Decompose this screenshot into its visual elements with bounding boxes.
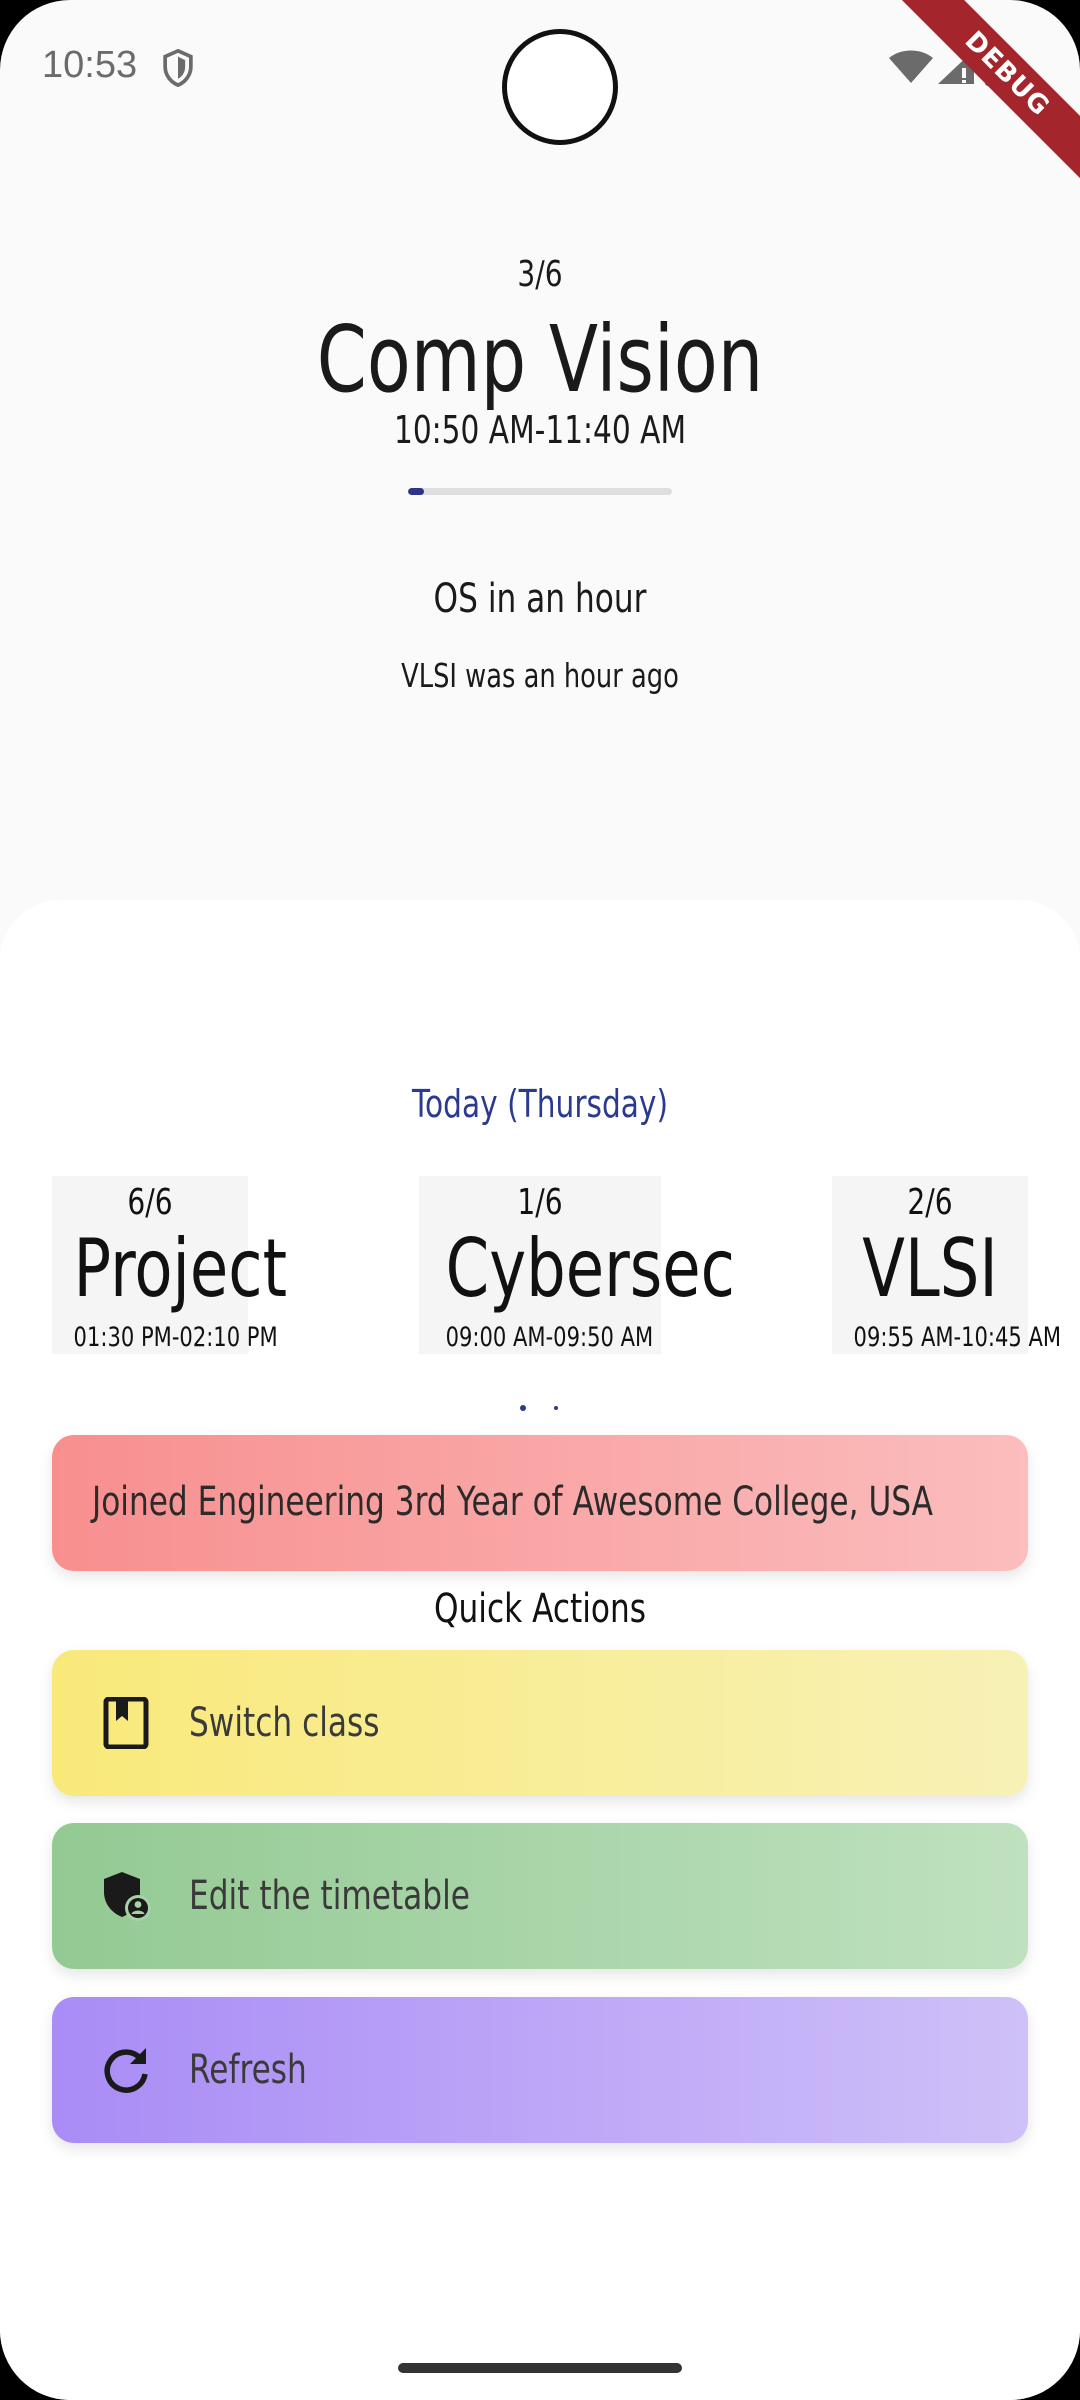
bookmark-book-icon	[103, 1697, 149, 1749]
class-card-vlsi[interactable]: 2/6 VLSI 09:55 AM-10:45 AM	[832, 1176, 1062, 1354]
page-indicator-dot-active[interactable]	[520, 1405, 526, 1411]
class-progress-fill	[408, 488, 424, 495]
card-index: 6/6	[127, 1182, 173, 1223]
switch-class-label: Switch class	[189, 1700, 380, 1746]
current-class-name: Comp Vision	[316, 306, 764, 413]
debug-banner: DEBUG	[895, 0, 1080, 186]
class-progress-bar	[408, 488, 672, 495]
admin-shield-icon	[104, 1872, 151, 1921]
refresh-button[interactable]: Refresh	[52, 1997, 1028, 2143]
card-title: Project	[73, 1222, 288, 1315]
wifi-icon	[889, 50, 933, 83]
refresh-icon	[104, 2048, 148, 2093]
info-banner: Joined Engineering 3rd Year of Awesome C…	[52, 1435, 1028, 1571]
camera-cutout	[502, 29, 618, 145]
card-index: 1/6	[517, 1182, 563, 1223]
current-class-time: 10:50 AM-11:40 AM	[393, 408, 687, 452]
home-indicator[interactable]	[398, 2363, 682, 2373]
refresh-label: Refresh	[189, 2047, 307, 2093]
current-class-index: 3/6	[517, 254, 563, 295]
card-time: 01:30 PM-02:10 PM	[73, 1322, 278, 1353]
status-bar: 10:53 DEBUG	[0, 0, 1080, 186]
page-indicator-dot[interactable]	[554, 1406, 558, 1410]
class-card-project[interactable]: 6/6 Project 01:30 PM-02:10 PM	[52, 1176, 288, 1354]
card-time: 09:55 AM-10:45 AM	[853, 1322, 1062, 1353]
class-card-cybersec[interactable]: 1/6 Cybersec 09:00 AM-09:50 AM	[419, 1176, 735, 1354]
previous-class-text: VLSI was an hour ago	[401, 656, 679, 695]
today-label: Today (Thursday)	[411, 1082, 669, 1126]
shield-icon	[163, 48, 193, 88]
card-title: VLSI	[862, 1222, 998, 1315]
quick-actions-heading: Quick Actions	[433, 1586, 647, 1632]
next-class-text: OS in an hour	[433, 576, 647, 622]
app-screen: 10:53 DEBUG 3/6 Comp Vision 10:50 AM-11:…	[0, 0, 1080, 2400]
edit-timetable-button[interactable]: Edit the timetable	[52, 1823, 1028, 1969]
card-index: 2/6	[907, 1182, 953, 1223]
status-time: 10:53	[42, 44, 138, 86]
card-time: 09:00 AM-09:50 AM	[445, 1322, 654, 1353]
info-banner-text: Joined Engineering 3rd Year of Awesome C…	[92, 1479, 934, 1525]
switch-class-button[interactable]: Switch class	[52, 1650, 1028, 1796]
edit-timetable-label: Edit the timetable	[189, 1873, 470, 1919]
card-title: Cybersec	[445, 1222, 735, 1315]
